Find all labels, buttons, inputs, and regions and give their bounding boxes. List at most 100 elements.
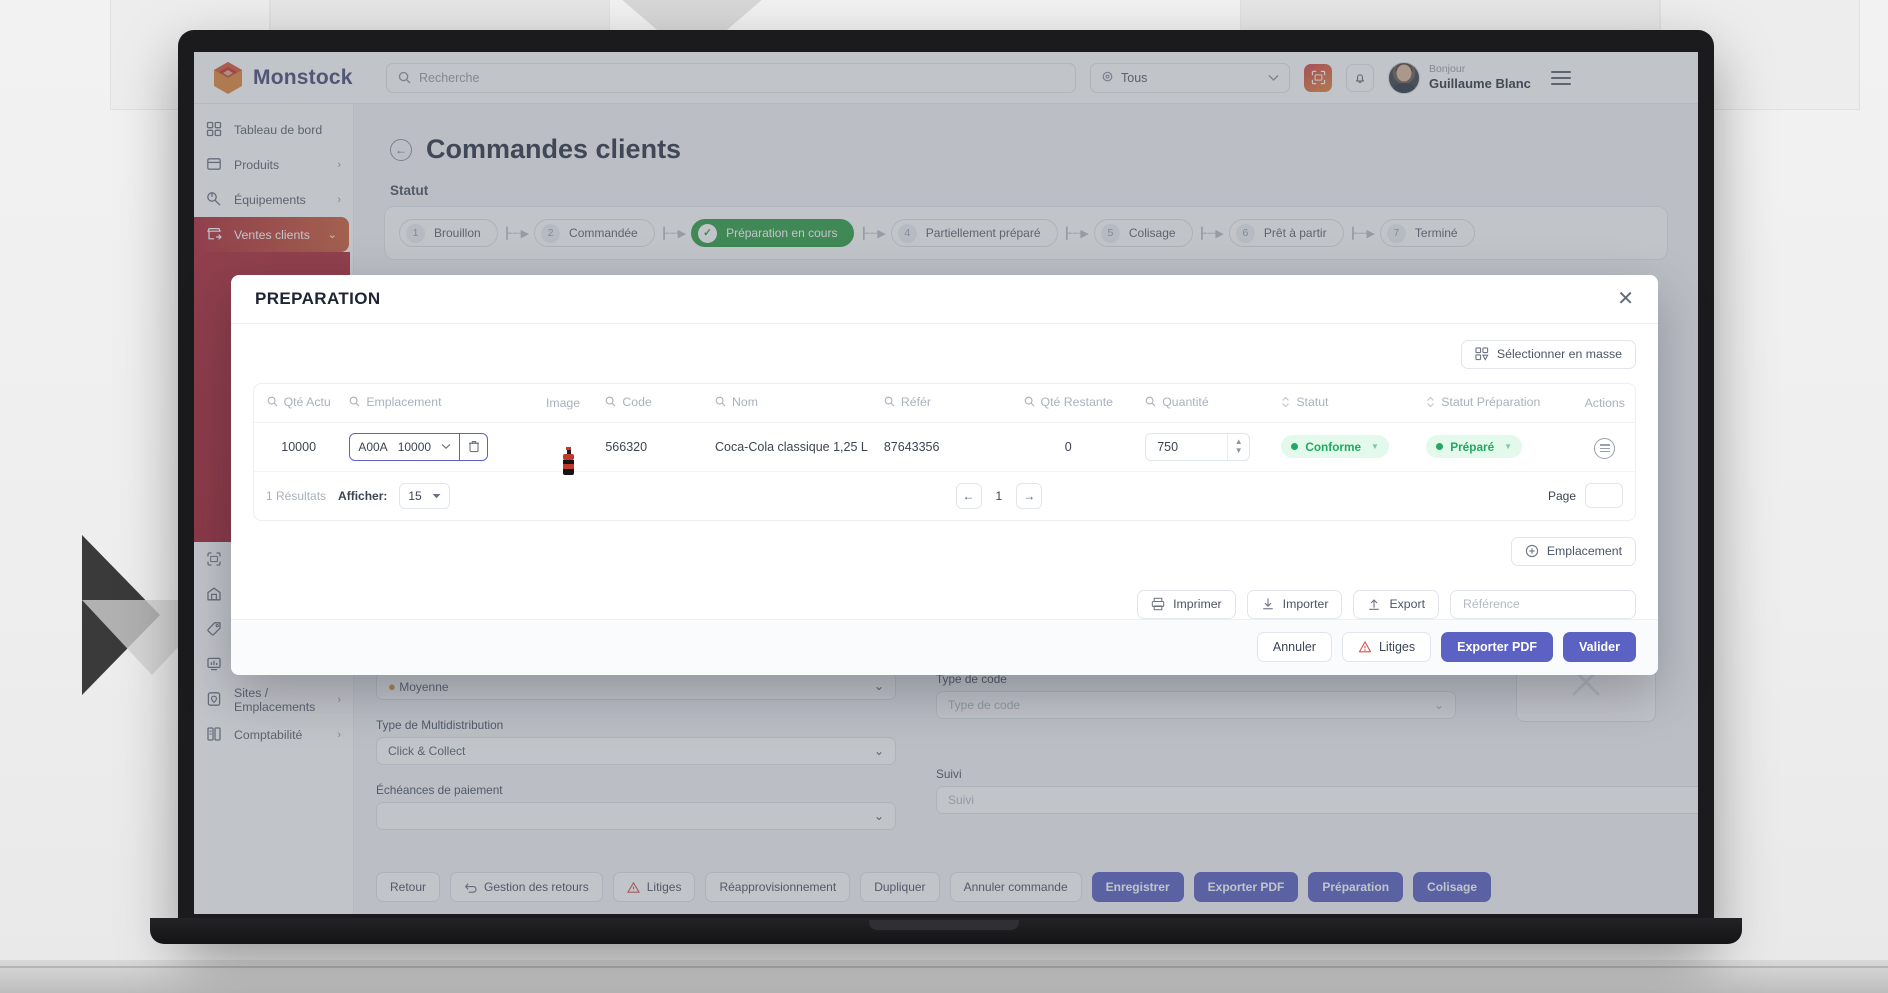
- modal-title: PREPARATION: [255, 288, 381, 308]
- button-label: Importer: [1282, 597, 1329, 612]
- prev-page-button[interactable]: ←: [955, 482, 982, 509]
- row-menu-icon[interactable]: [1594, 437, 1616, 459]
- screenshot-stage: Monstock Recherche Tous Bonjour Guillaum…: [0, 0, 1888, 993]
- quantite-value[interactable]: 750: [1146, 440, 1227, 454]
- page-size-select[interactable]: 15: [399, 482, 450, 509]
- statut-label: Conforme: [1305, 439, 1362, 454]
- button-label: Litiges: [1378, 640, 1416, 655]
- sort-icon: [1426, 396, 1435, 408]
- emplacement-row: Emplacement: [253, 536, 1636, 566]
- status-dot-icon: [1436, 443, 1444, 451]
- delete-emplacement-button[interactable]: [459, 433, 487, 460]
- printer-icon: [1151, 597, 1165, 611]
- preparation-table: Qté Actu Emplacement Image Code Nom Réfé…: [254, 383, 1635, 475]
- th-qte-actuelle[interactable]: Qté Actu: [254, 383, 344, 423]
- emplacement-button[interactable]: Emplacement: [1510, 536, 1636, 566]
- button-label: Valider: [1579, 640, 1620, 655]
- bulk-select-label: Sélectionner en masse: [1496, 347, 1622, 362]
- th-label: Image: [545, 395, 581, 410]
- status-dot-icon: [1291, 443, 1299, 451]
- table-row: 10000 A00A 10000 566320 Coca-Cola classi…: [254, 422, 1635, 475]
- preparation-table-card: Qté Actu Emplacement Image Code Nom Réfé…: [253, 382, 1636, 521]
- modal-header: PREPARATION ✕: [231, 275, 1658, 324]
- table-body: 10000 A00A 10000 566320 Coca-Cola classi…: [254, 422, 1635, 475]
- button-label: Imprimer: [1173, 597, 1222, 612]
- emplacement-qty: 10000: [397, 439, 432, 454]
- table-head: Qté Actu Emplacement Image Code Nom Réfé…: [254, 383, 1635, 423]
- emplacement-select-main[interactable]: A00A 10000: [350, 434, 459, 460]
- page-label: Page: [1547, 488, 1576, 503]
- th-qte-restante[interactable]: Qté Restante: [997, 383, 1140, 423]
- chevron-down-icon: ▼: [1371, 442, 1379, 452]
- annuler-button[interactable]: Annuler: [1256, 632, 1332, 663]
- reference-placeholder: Référence: [1463, 597, 1520, 612]
- quantite-stepper[interactable]: 750 ▲ ▼: [1145, 432, 1251, 461]
- th-statut-preparation[interactable]: Statut Préparation: [1420, 383, 1575, 423]
- search-icon: [884, 396, 895, 407]
- emplacement-select[interactable]: A00A 10000: [349, 432, 489, 461]
- th-label: Statut: [1296, 394, 1329, 409]
- litiges-modal-button[interactable]: Litiges: [1341, 632, 1432, 663]
- laptop-notch: [869, 920, 1019, 930]
- sort-icon: [1281, 396, 1290, 408]
- cell-code: 566320: [599, 422, 709, 472]
- button-label: Export: [1389, 597, 1425, 612]
- th-actions: Actions: [1574, 383, 1635, 423]
- bulk-select-row: Sélectionner en masse: [253, 339, 1636, 369]
- plus-circle-icon: [1525, 544, 1539, 558]
- cell-reference: 87643356: [877, 422, 998, 472]
- search-icon: [267, 396, 278, 407]
- trash-icon: [468, 440, 480, 453]
- th-statut[interactable]: Statut: [1275, 383, 1421, 423]
- button-label: Annuler: [1272, 640, 1316, 655]
- chevron-down-icon: [432, 493, 441, 499]
- reference-input[interactable]: Référence: [1450, 589, 1636, 619]
- search-icon: [715, 396, 726, 407]
- stepper-arrows[interactable]: ▲ ▼: [1227, 433, 1249, 460]
- bulk-select-button[interactable]: Sélectionner en masse: [1460, 339, 1636, 369]
- th-label: Qté Restante: [1040, 394, 1114, 409]
- statut-preparation-badge[interactable]: Préparé ▼: [1426, 435, 1523, 459]
- search-icon: [1024, 396, 1035, 407]
- th-nom[interactable]: Nom: [709, 383, 878, 423]
- importer-button[interactable]: Importer: [1246, 589, 1343, 619]
- th-label: Emplacement: [366, 394, 442, 409]
- th-label: Code: [622, 394, 652, 409]
- io-row: Imprimer Importer Export Référence: [253, 589, 1636, 619]
- stepper-up-icon: ▲: [1234, 437, 1243, 447]
- th-label: Référ: [900, 394, 931, 409]
- search-icon: [605, 396, 616, 407]
- close-icon[interactable]: ✕: [1617, 289, 1634, 309]
- button-label: Exporter PDF: [1457, 640, 1537, 655]
- next-page-button[interactable]: →: [1016, 482, 1043, 509]
- current-page: 1: [995, 488, 1003, 503]
- cell-emplacement: A00A 10000: [343, 422, 527, 472]
- search-icon: [349, 396, 360, 407]
- page-jump: Page: [1547, 483, 1623, 509]
- stepper-down-icon: ▼: [1234, 446, 1243, 456]
- table-pager: 1 Résultats Afficher: 15 ← 1 → Page: [254, 472, 1635, 520]
- exporter-pdf-modal-button[interactable]: Exporter PDF: [1441, 632, 1553, 663]
- dispute-icon: [1358, 640, 1372, 654]
- statut-badge[interactable]: Conforme ▼: [1281, 435, 1389, 459]
- statut-preparation-label: Préparé: [1450, 439, 1495, 454]
- th-label: Actions: [1584, 395, 1625, 410]
- th-emplacement[interactable]: Emplacement: [343, 383, 527, 423]
- cell-actions: [1574, 422, 1635, 472]
- th-code[interactable]: Code: [599, 383, 709, 423]
- th-label: Quantité: [1162, 394, 1209, 409]
- th-reference[interactable]: Référ: [877, 383, 998, 423]
- th-quantite[interactable]: Quantité: [1139, 383, 1276, 423]
- th-image: Image: [526, 383, 600, 423]
- cell-quantite: 750 ▲ ▼: [1139, 422, 1276, 472]
- floor-line: [0, 966, 1888, 968]
- chevron-down-icon: [441, 443, 451, 450]
- bulk-select-icon: [1475, 347, 1489, 361]
- page-input[interactable]: [1585, 483, 1623, 509]
- cell-qte-actuelle: 10000: [254, 422, 344, 472]
- export-button[interactable]: Export: [1353, 589, 1439, 619]
- valider-button[interactable]: Valider: [1563, 632, 1636, 663]
- preparation-modal: PREPARATION ✕ Sélectionner en masse Qté …: [231, 275, 1658, 675]
- cell-image: [526, 422, 600, 475]
- imprimer-button[interactable]: Imprimer: [1137, 589, 1236, 619]
